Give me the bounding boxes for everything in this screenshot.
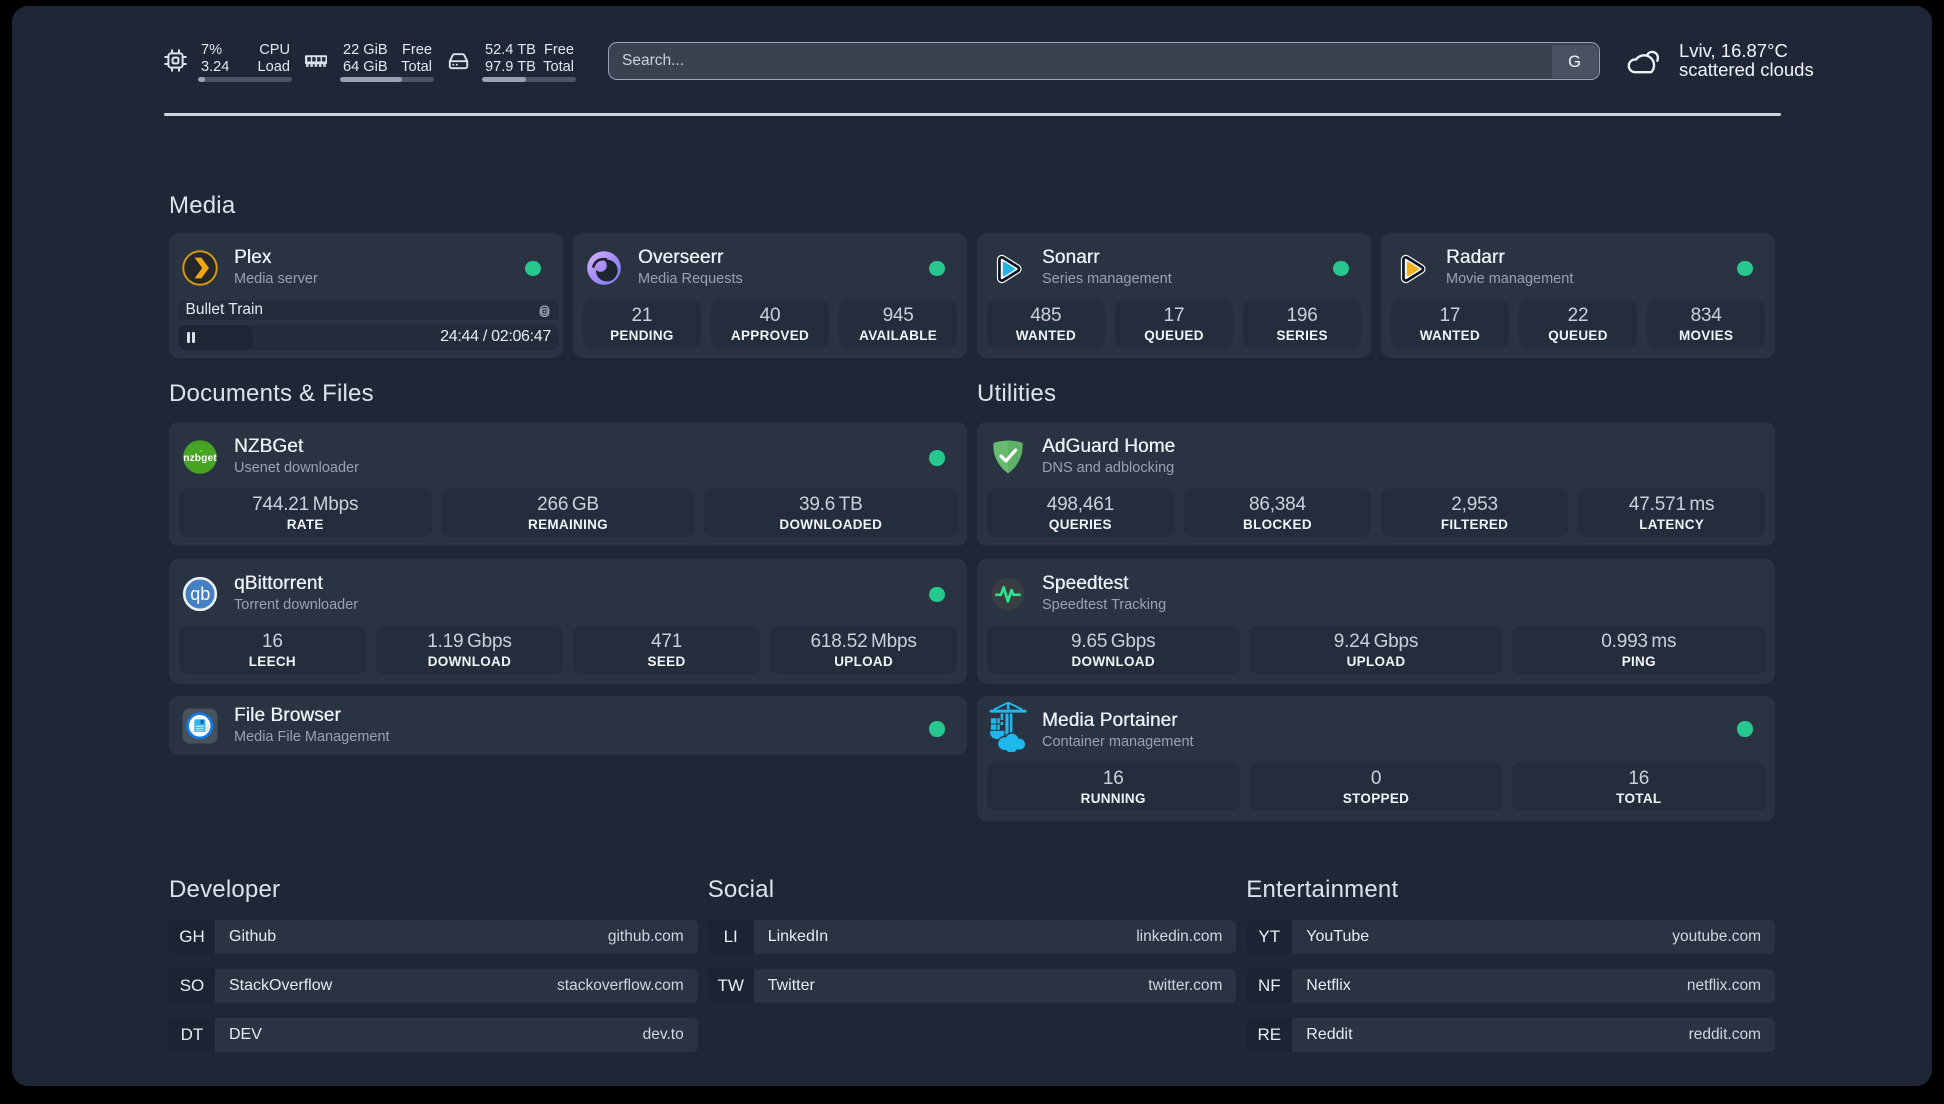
svg-text:nzbget: nzbget: [183, 453, 217, 464]
svg-text:qb: qb: [190, 584, 210, 604]
